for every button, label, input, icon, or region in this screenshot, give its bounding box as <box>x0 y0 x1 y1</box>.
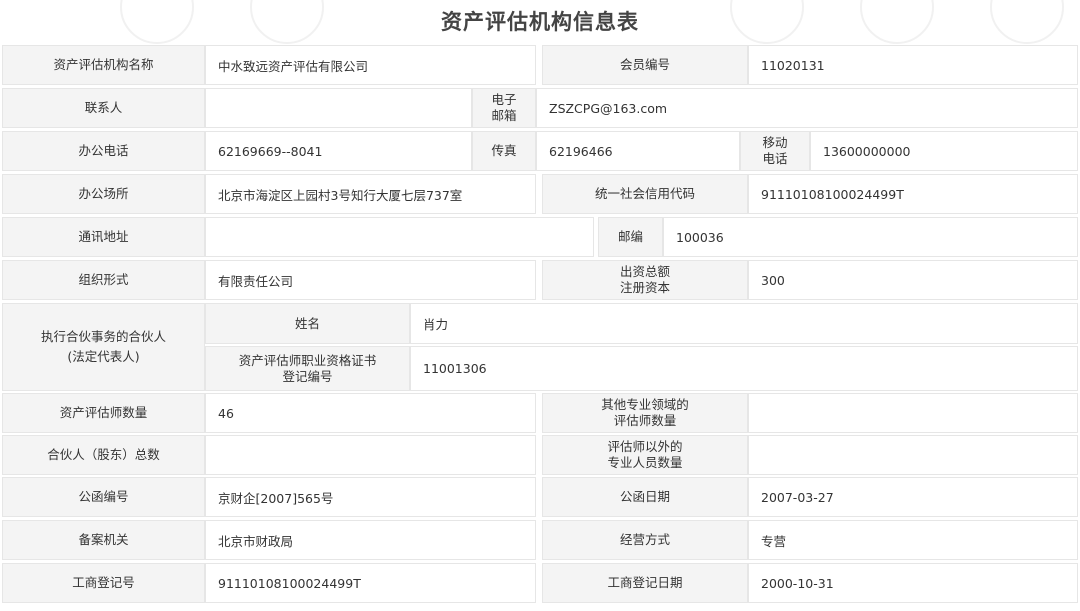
mobile-label: 移动 电话 <box>740 131 810 171</box>
cert-no-value: 11001306 <box>410 346 1078 391</box>
letter-date-label: 公函日期 <box>542 477 748 517</box>
contact-value <box>205 88 472 128</box>
org-form-label: 组织形式 <box>2 260 205 300</box>
fax-value: 62196466 <box>536 131 740 171</box>
org-name-label: 资产评估机构名称 <box>2 45 205 85</box>
mailing-address-label: 通讯地址 <box>2 217 205 257</box>
letter-date-value: 2007-03-27 <box>748 477 1078 517</box>
executive-partner-label: 执行合伙事务的合伙人 (法定代表人) <box>2 303 205 391</box>
office-phone-label: 办公电话 <box>2 131 205 171</box>
credit-code-label: 统一社会信用代码 <box>542 174 748 214</box>
cert-no-label: 资产评估师职业资格证书 登记编号 <box>205 346 410 391</box>
filing-authority-value: 北京市财政局 <box>205 520 536 560</box>
capital-label: 出资总额 注册资本 <box>542 260 748 300</box>
org-form-value: 有限责任公司 <box>205 260 536 300</box>
business-mode-label: 经营方式 <box>542 520 748 560</box>
mobile-value: 13600000000 <box>810 131 1078 171</box>
filing-authority-label: 备案机关 <box>2 520 205 560</box>
fax-label: 传真 <box>472 131 536 171</box>
partner-total-label: 合伙人（股东）总数 <box>2 435 205 475</box>
business-reg-date-label: 工商登记日期 <box>542 563 748 603</box>
partner-total-value <box>205 435 536 475</box>
partner-name-value: 肖力 <box>410 303 1078 344</box>
other-appraiser-label: 其他专业领域的 评估师数量 <box>542 393 748 433</box>
member-no-value: 11020131 <box>748 45 1078 85</box>
contact-label: 联系人 <box>2 88 205 128</box>
appraiser-count-value: 46 <box>205 393 536 433</box>
postcode-value: 100036 <box>663 217 1078 257</box>
other-staff-label: 评估师以外的 专业人员数量 <box>542 435 748 475</box>
office-location-value: 北京市海淀区上园村3号知行大厦七层737室 <box>205 174 536 214</box>
business-mode-value: 专营 <box>748 520 1078 560</box>
mailing-address-value <box>205 217 594 257</box>
office-location-label: 办公场所 <box>2 174 205 214</box>
org-name-value: 中水致远资产评估有限公司 <box>205 45 536 85</box>
member-no-label: 会员编号 <box>542 45 748 85</box>
letter-no-label: 公函编号 <box>2 477 205 517</box>
other-appraiser-value <box>748 393 1078 433</box>
credit-code-value: 91110108100024499T <box>748 174 1078 214</box>
other-staff-value <box>748 435 1078 475</box>
appraiser-count-label: 资产评估师数量 <box>2 393 205 433</box>
business-reg-date-value: 2000-10-31 <box>748 563 1078 603</box>
letter-no-value: 京财企[2007]565号 <box>205 477 536 517</box>
page-title: 资产评估机构信息表 <box>441 9 639 34</box>
business-reg-no-label: 工商登记号 <box>2 563 205 603</box>
office-phone-value: 62169669--8041 <box>205 131 472 171</box>
partner-name-label: 姓名 <box>205 303 410 344</box>
email-value: ZSZCPG@163.com <box>536 88 1078 128</box>
postcode-label: 邮编 <box>598 217 663 257</box>
email-label: 电子 邮箱 <box>472 88 536 128</box>
business-reg-no-value: 91110108100024499T <box>205 563 536 603</box>
capital-value: 300 <box>748 260 1078 300</box>
